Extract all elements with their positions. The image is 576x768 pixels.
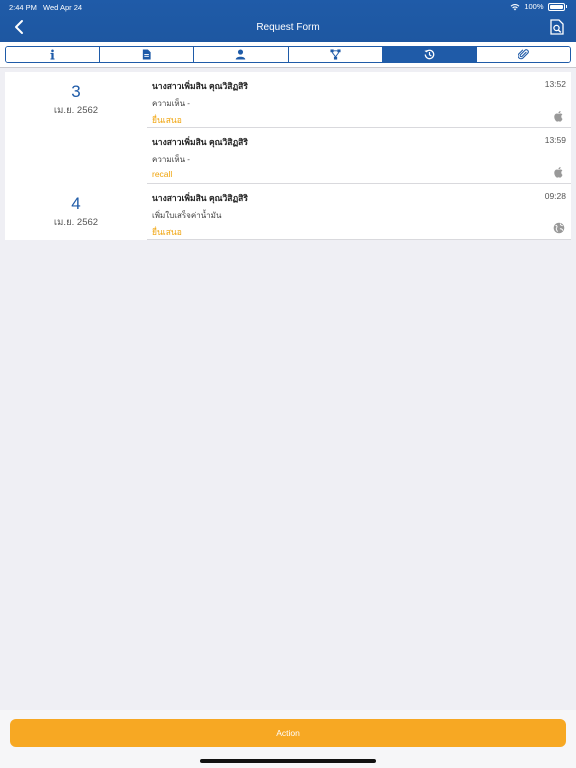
tab-document[interactable]	[100, 47, 195, 62]
tab-flow[interactable]	[288, 47, 383, 62]
document-search-icon[interactable]	[550, 19, 564, 35]
date-column: 4 เม.ย. 2562	[5, 184, 147, 240]
wifi-icon	[510, 3, 520, 10]
entry-comment: ความเห็น -	[152, 155, 190, 164]
list-item[interactable]: นางสาวเพิ่มสิน คุณวิสิฏสิริ 13:52 ความเห…	[147, 72, 571, 128]
date-month: เม.ย. 2562	[53, 217, 99, 228]
status-date: Wed Apr 24	[43, 3, 83, 12]
action-button[interactable]: Action	[10, 719, 566, 747]
battery-tip	[565, 5, 567, 8]
tab-bar-container	[0, 42, 576, 68]
entry-name: นางสาวเพิ่มสิน คุณวิสิฏสิริ	[152, 193, 248, 203]
entry-time: 13:59	[544, 135, 566, 145]
entry-time: 13:52	[544, 79, 566, 89]
tab-person[interactable]	[194, 47, 289, 62]
list-item[interactable]: นางสาวเพิ่มสิน คุณวิสิฏสิริ 13:59 ความเห…	[147, 128, 571, 184]
entry-comment: เพิ่มใบเสร็จค่าน้ำมัน	[152, 211, 222, 220]
entry-name: นางสาวเพิ่มสิน คุณวิสิฏสิริ	[152, 137, 248, 147]
entries: นางสาวเพิ่มสิน คุณวิสิฏสิริ 09:28 เพิ่มใ…	[147, 184, 571, 240]
tab-attachment[interactable]	[476, 47, 570, 62]
status-bar: 2:44 PM Wed Apr 24 100%	[0, 0, 576, 14]
entry-name: นางสาวเพิ่มสิน คุณวิสิฏสิริ	[152, 81, 248, 91]
battery-icon	[547, 2, 565, 11]
flow-icon	[330, 49, 341, 60]
apple-icon	[554, 111, 563, 122]
tab-history[interactable]	[382, 47, 477, 62]
date-day: 4	[71, 194, 81, 213]
document-icon	[143, 49, 151, 60]
date-column: 3 เม.ย. 2562	[5, 72, 147, 184]
timeline-group: 3 เม.ย. 2562 นางสาวเพิ่มสิน คุณวิสิฏสิริ…	[5, 72, 571, 184]
battery-percent: 100%	[524, 2, 544, 11]
list-item[interactable]: นางสาวเพิ่มสิน คุณวิสิฏสิริ 09:28 เพิ่มใ…	[147, 184, 571, 240]
date-month: เม.ย. 2562	[53, 105, 99, 116]
history-icon	[424, 49, 435, 60]
entry-time: 09:28	[544, 191, 566, 201]
date-day: 3	[71, 82, 81, 101]
entry-status: recall	[152, 169, 173, 179]
history-timeline: 3 เม.ย. 2562 นางสาวเพิ่มสิน คุณวิสิฏสิริ…	[5, 72, 571, 240]
entries: นางสาวเพิ่มสิน คุณวิสิฏสิริ 13:52 ความเห…	[147, 72, 571, 184]
person-icon	[236, 49, 246, 60]
page-title: Request Form	[256, 22, 320, 33]
globe-icon	[553, 222, 565, 234]
segmented-tabs	[5, 46, 571, 63]
navigation-header: 2:44 PM Wed Apr 24 100% Request Form	[0, 0, 576, 42]
timeline-group: 4 เม.ย. 2562 นางสาวเพิ่มสิน คุณวิสิฏสิริ…	[5, 184, 571, 240]
apple-icon	[554, 167, 563, 178]
entry-status: ยื่นเสนอ	[152, 115, 182, 125]
entry-comment: ความเห็น -	[152, 99, 190, 108]
tab-info[interactable]	[6, 47, 101, 62]
status-time: 2:44 PM	[9, 3, 37, 12]
info-icon	[50, 49, 55, 60]
status-right: 100%	[510, 2, 567, 11]
home-indicator	[200, 759, 376, 763]
paperclip-icon	[517, 49, 529, 60]
entry-status: ยื่นเสนอ	[152, 227, 182, 237]
